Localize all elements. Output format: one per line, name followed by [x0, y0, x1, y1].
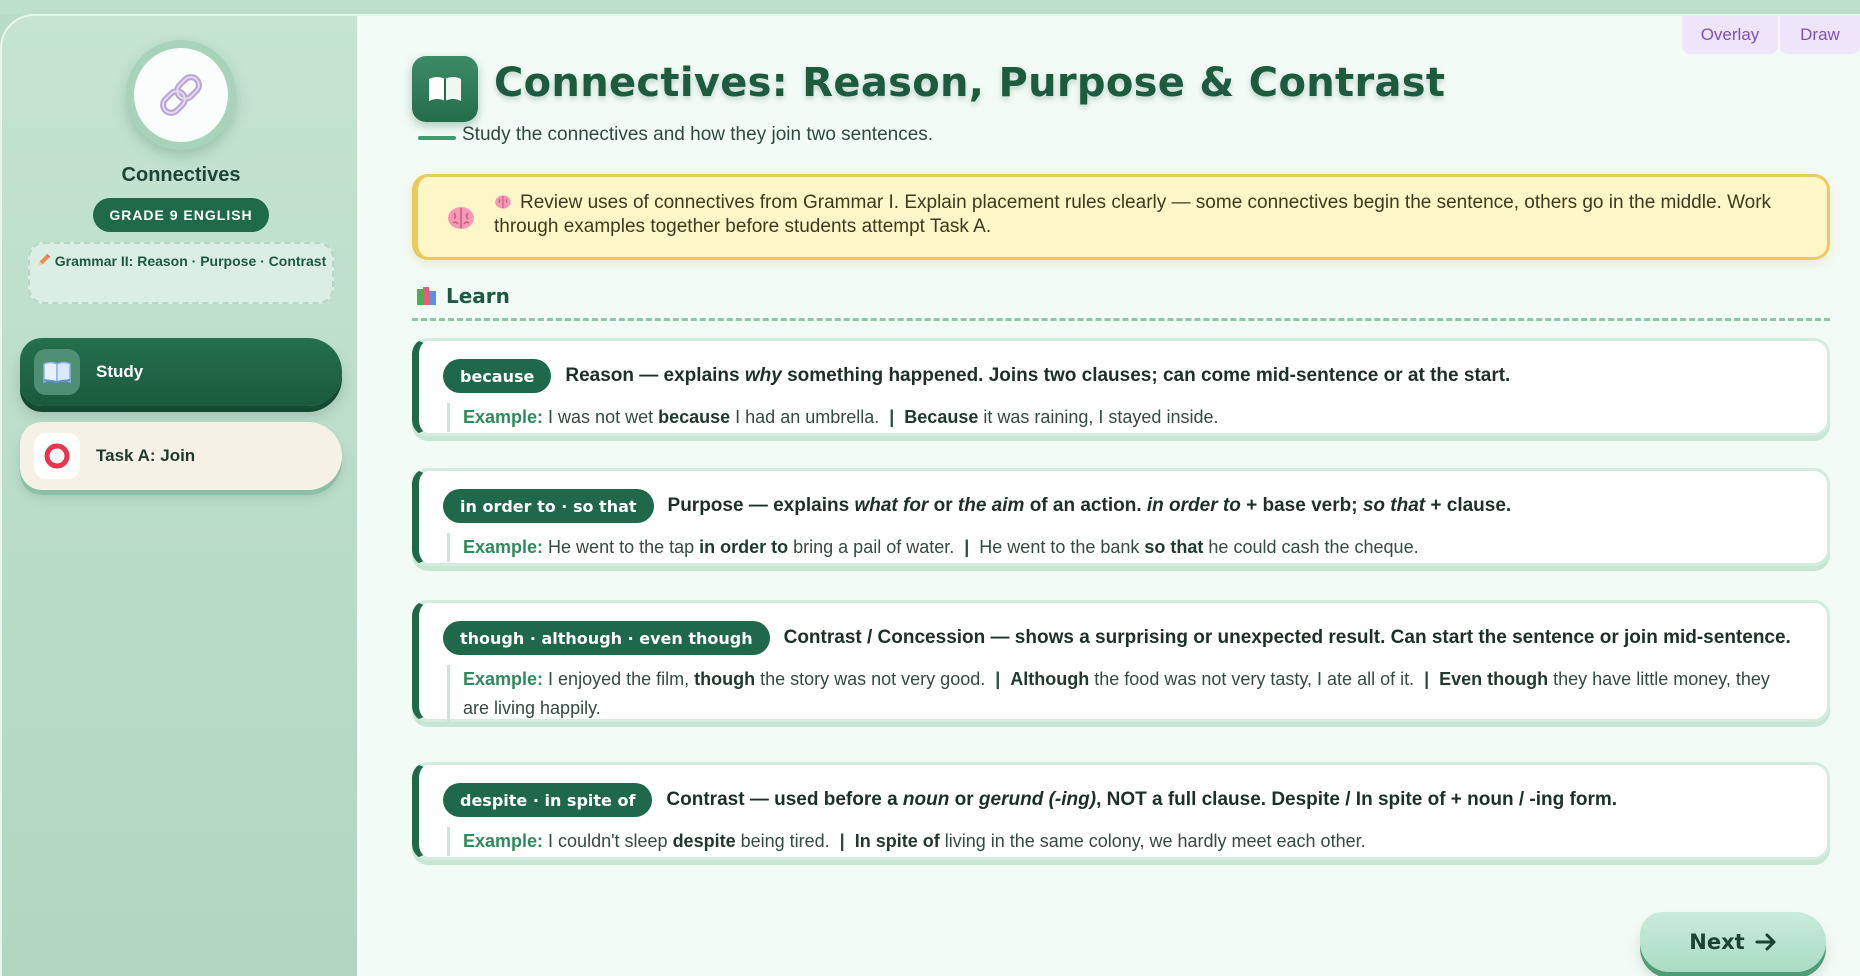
section-title: Learn [446, 284, 510, 308]
section-header: Learn [416, 284, 510, 308]
connective-description: Contrast — used before a noun or gerund … [666, 789, 1618, 810]
connective-example: Example: I enjoyed the film, though the … [447, 665, 1787, 723]
ring-icon [44, 443, 70, 469]
connective-chip: in order to · so that [443, 489, 654, 523]
subtitle-accent [418, 136, 456, 140]
open-book-icon [429, 77, 461, 101]
connective-example: Example: I was not wet because I had an … [447, 403, 1787, 432]
draw-button[interactable]: Draw [1780, 16, 1860, 54]
app-frame: Overlay Draw Connectives GRADE 9 ENGLISH [0, 14, 1860, 976]
title-badge [412, 56, 478, 122]
next-label: Next [1689, 930, 1745, 954]
lesson-logo [126, 40, 236, 150]
pencil-icon [38, 253, 50, 266]
section-divider [412, 318, 1830, 321]
link-icon [160, 74, 202, 116]
connective-card-because: because Reason — explains why something … [412, 338, 1830, 436]
sidebar: Connectives GRADE 9 ENGLISH Grammar II: … [2, 16, 360, 976]
sidebar-item-task-a[interactable]: Task A: Join [20, 422, 342, 490]
top-strip [0, 0, 1860, 14]
brain-icon [495, 195, 511, 209]
lesson-name: Grammar II: Reason · Purpose · Contrast [28, 242, 334, 304]
connective-example: Example: I couldn't sleep despite being … [447, 827, 1787, 856]
connective-card-though: though · although · even though Contrast… [412, 600, 1830, 723]
sidebar-item-label: Task A: Join [96, 446, 196, 465]
book-icon [43, 361, 71, 384]
brain-icon [448, 207, 474, 229]
page-subtitle: Study the connectives and how they join … [462, 124, 934, 145]
connective-card-in-order-to: in order to · so that Purpose — explains… [412, 468, 1830, 566]
sidebar-title: Connectives [121, 164, 241, 186]
teacher-note-text: Review uses of connectives from Grammar … [494, 192, 1772, 237]
page-title: Connectives: Reason, Purpose & Contrast [494, 60, 1446, 106]
overlay-button[interactable]: Overlay [1682, 16, 1778, 54]
sidebar-item-study[interactable]: Study [20, 338, 342, 406]
connective-example: Example: He went to the tap in order to … [447, 533, 1787, 562]
toolbar: Overlay Draw [1682, 16, 1860, 54]
lesson-label: Grammar II: Reason · Purpose · Contrast [54, 253, 327, 269]
connective-chip: because [443, 359, 552, 393]
next-button[interactable]: Next [1640, 912, 1826, 972]
connective-chip: though · although · even though [443, 621, 770, 655]
connective-card-despite: despite · in spite of Contrast — used be… [412, 762, 1830, 860]
grade-badge: GRADE 9 ENGLISH [93, 198, 269, 232]
teacher-note: Review uses of connectives from Grammar … [412, 174, 1830, 260]
connective-description: Contrast / Concession — shows a surprisi… [783, 627, 1791, 648]
books-icon [417, 287, 436, 305]
arrow-right-icon [1755, 933, 1776, 951]
connective-description: Purpose — explains what for or the aim o… [667, 495, 1512, 516]
sidebar-item-label: Study [96, 362, 144, 381]
connective-description: Reason — explains why something happened… [565, 365, 1511, 386]
connective-chip: despite · in spite of [443, 783, 653, 817]
